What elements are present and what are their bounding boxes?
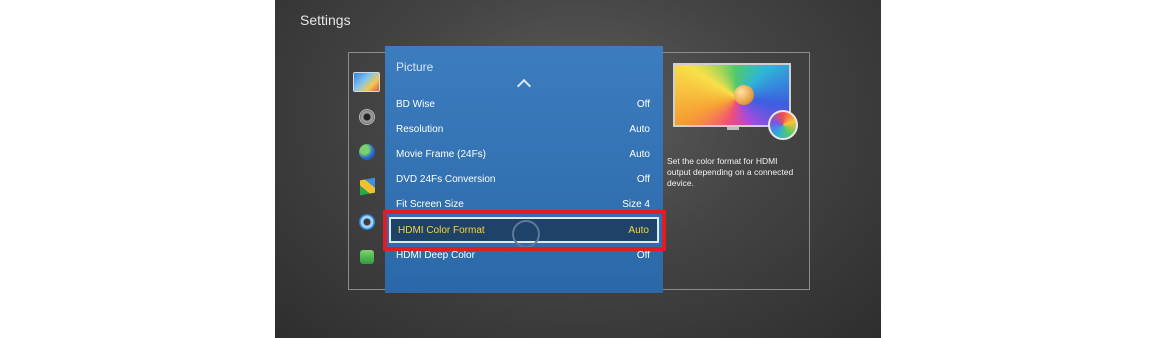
menu-item-label: Fit Screen Size [396, 199, 464, 210]
page-title: Settings [300, 12, 351, 28]
menu-item-label: BD Wise [396, 99, 435, 110]
sound-icon[interactable] [359, 109, 375, 125]
menu-item-label: Movie Frame (24Fs) [396, 149, 487, 160]
help-description: Set the color format for HDMI output dep… [667, 156, 794, 188]
selection-highlight-box [383, 210, 666, 251]
menu-item-label: HDMI Deep Color [396, 250, 475, 261]
system-icon[interactable] [359, 214, 375, 230]
smart-hub-icon[interactable] [360, 177, 375, 196]
menu-item-value: Off [636, 174, 650, 185]
network-icon[interactable] [359, 144, 375, 160]
preview-orb-icon [734, 85, 754, 105]
menu-item-value: Size 4 [622, 199, 650, 210]
support-icon[interactable] [360, 250, 374, 264]
menu-item-value: Auto [629, 149, 650, 160]
picture-icon[interactable] [353, 72, 380, 92]
menu-item-label: Resolution [396, 124, 444, 135]
menu-title: Picture [396, 60, 434, 74]
menu-item-label: DVD 24Fs Conversion [396, 174, 496, 185]
menu-item-resolution[interactable]: Resolution Auto [385, 118, 663, 142]
picture-menu-panel: Picture BD Wise Off Resolution Auto Movi… [385, 46, 663, 293]
menu-item-value: Auto [629, 124, 650, 135]
menu-item-bd-wise[interactable]: BD Wise Off [385, 93, 663, 117]
tv-screen: Settings Picture BD Wise Off Resolution … [275, 0, 881, 338]
category-sidebar [348, 52, 384, 288]
tv-stand [727, 127, 739, 130]
menu-item-value: Off [636, 250, 650, 261]
chevron-up-icon[interactable] [516, 78, 532, 94]
menu-item-value: Off [636, 99, 650, 110]
color-wheel-icon [768, 110, 798, 140]
menu-item-movie-frame[interactable]: Movie Frame (24Fs) Auto [385, 143, 663, 167]
menu-item-dvd-conversion[interactable]: DVD 24Fs Conversion Off [385, 168, 663, 192]
